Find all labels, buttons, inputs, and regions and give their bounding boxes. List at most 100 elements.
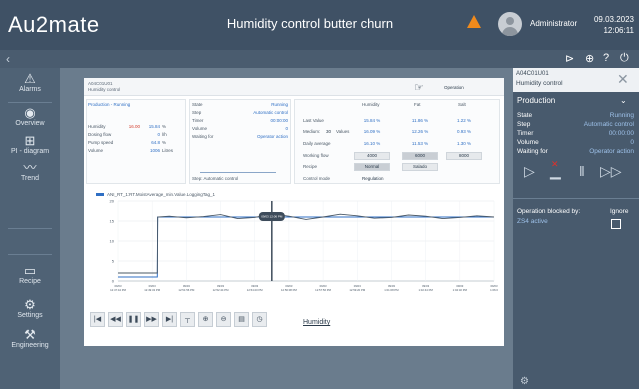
humidity-setpoint[interactable]: 16.00 (120, 124, 140, 129)
x-tick-label: 09/03 12:56:08 PM (281, 284, 298, 292)
zoom-out-icon[interactable]: ⊖ (216, 312, 231, 327)
sidebar-item-engineering[interactable]: ⚒ Engineering (0, 328, 60, 350)
pause-icon[interactable]: ‖ (579, 163, 585, 179)
waiting-for-value: Operator action (256, 134, 288, 139)
recipe-label: Recipe (303, 164, 318, 169)
ignore-checkbox[interactable] (611, 219, 621, 229)
gear-icon[interactable]: ⚙ (520, 376, 529, 387)
ruler-icon[interactable]: ┬ (180, 312, 195, 327)
time-text: 12:06:11 (603, 26, 634, 35)
forward-icon[interactable]: ▶▶ (144, 312, 159, 327)
rp-step-value: Automatic control (583, 121, 634, 128)
medium-count[interactable]: 30 (326, 129, 331, 134)
operation-label: Operation (444, 85, 464, 90)
trend-icon: 〰 (23, 160, 37, 175)
back-chevron-icon[interactable]: ‹ (6, 52, 10, 66)
language-icon[interactable]: ⊕ (585, 52, 594, 65)
chevron-down-icon[interactable]: ⌄ (620, 96, 627, 105)
pause-icon[interactable]: ❚❚ (126, 312, 141, 327)
start-icon[interactable]: ▷ (524, 163, 535, 180)
sidebar-item-label: Settings (17, 312, 43, 319)
recipe-normal-button[interactable]: Normal (354, 163, 390, 171)
help-icon[interactable]: ? (603, 52, 609, 64)
rp-waiting-label: Waiting for (517, 148, 548, 155)
stop-icon[interactable]: ✕ ▁ (550, 159, 561, 180)
sidebar-item-pi-diagram[interactable]: ⊞ PI - diagram (0, 133, 60, 156)
operation-blocked-label: Operation blocked by: (517, 208, 581, 215)
sidebar-item-label: PI - diagram (10, 148, 50, 155)
medium-humidity: 16.09 % (363, 129, 381, 134)
last-value-salt: 1.22 % (456, 118, 471, 123)
navigation-icon[interactable]: ⊳ (565, 52, 574, 65)
sidebar-item-settings[interactable]: ⚙ Settings (0, 297, 60, 320)
warning-icon[interactable] (467, 15, 481, 28)
humidity-value: 15.84 (148, 124, 160, 129)
x-tick-label: 09/03 12:54:20 PM (247, 284, 264, 292)
rewind-icon[interactable]: ◀◀ (108, 312, 123, 327)
state-value: Running (271, 102, 288, 107)
rp-timer-value: 00:00:00 (608, 130, 634, 137)
user-name[interactable]: Administrator (530, 19, 577, 28)
sidebar-item-overview[interactable]: ◉ Overview (0, 105, 60, 128)
x-tick-label: 09/03 12:59:20 PM (349, 284, 366, 292)
sidebar-item-label: Trend (20, 175, 40, 182)
blocked-reason: ZS4 active (517, 218, 548, 225)
zoom-in-icon[interactable]: ⊕ (198, 312, 213, 327)
x-tick-label: 09/03 1:01:08 PM (384, 284, 399, 292)
first-icon[interactable]: |◀ (90, 312, 105, 327)
y-tick-label: 20 (110, 199, 115, 204)
x-tick-label: 09/03 12:52:44 PM (213, 284, 230, 292)
clock-icon[interactable]: ◷ (252, 312, 267, 327)
working-flow-6000-button[interactable]: 6000 (402, 152, 438, 160)
daily-average-humidity: 16.10 % (363, 141, 381, 146)
gear-icon: ⚙ (24, 297, 36, 312)
skip-icon[interactable]: ▷▷ (600, 163, 622, 180)
rp-step-label: Step (517, 121, 531, 128)
x-tick-label: 09/03 12:57:56 PM (315, 284, 332, 292)
x-tick-label: 09/03 12:47:44 PM (110, 284, 127, 292)
chart-series (118, 213, 495, 278)
humidity-link[interactable]: Humidity (303, 319, 330, 326)
trend-chart[interactable]: 20 15 10 5 0 09/03 12:47:44 PM 09/03 12:49:32 P… (90, 193, 500, 298)
pump-speed-unit: % (162, 140, 167, 145)
hand-pointer-icon[interactable]: ☞ (414, 81, 424, 94)
ignore-label: Ignore (610, 208, 629, 215)
right-panel-id: A04C01U01 (516, 71, 549, 77)
medium-label: Medium: (303, 129, 321, 134)
close-icon[interactable]: ✕ (617, 71, 629, 88)
timer-value: 00:00:00 (270, 118, 288, 123)
unit-id: A04C01U01 (88, 81, 113, 86)
sidebar-item-trend[interactable]: 〰 Trend (0, 160, 60, 183)
y-tick-label: 0 (112, 279, 115, 284)
last-value-fat: 11.86 % (411, 118, 429, 123)
last-value-label: Last Value (303, 118, 324, 123)
working-flow-8000-button[interactable]: 8000 (446, 152, 482, 160)
y-tick-label: 15 (110, 219, 115, 224)
sidebar: ⚠ Alarms ◉ Overview ⊞ PI - diagram 〰 Tre… (0, 68, 60, 389)
x-tick-label: 09/03 1:04:32 PM (453, 284, 468, 292)
sidebar-item-label: Alarms (19, 86, 41, 93)
last-icon[interactable]: ▶| (162, 312, 177, 327)
avatar[interactable] (498, 12, 522, 36)
date-text: 09.03.2023 (593, 15, 634, 24)
sidebar-item-alarms[interactable]: ⚠ Alarms (0, 72, 60, 94)
recipe-salado-button[interactable]: Salado (402, 163, 438, 171)
rp-volume-value: 0 (630, 139, 634, 146)
diagram-icon: ⊞ (24, 133, 36, 148)
right-panel-section-title[interactable]: Production (517, 96, 555, 105)
date-time: 09.03.2023 12:06:11 (584, 14, 634, 36)
medium-fat: 12.26 % (411, 129, 429, 134)
last-value-humidity: 15.84 % (363, 118, 381, 123)
eye-icon: ◉ (24, 105, 36, 120)
step-label: Step (192, 110, 202, 115)
humidity-label: Humidity (88, 124, 106, 129)
power-icon[interactable]: ⏻ (620, 52, 629, 65)
timer-label: Timer (192, 118, 204, 123)
state-label: State (192, 102, 203, 107)
dosing-flow-unit: l/h (162, 132, 167, 137)
rp-state-label: State (517, 112, 533, 119)
working-flow-4000-button[interactable]: 4000 (354, 152, 390, 160)
sidebar-item-recipe[interactable]: ▭ Recipe (0, 264, 60, 286)
col-header-humidity: Humidity (362, 102, 380, 107)
table-icon[interactable]: ▤ (234, 312, 249, 327)
